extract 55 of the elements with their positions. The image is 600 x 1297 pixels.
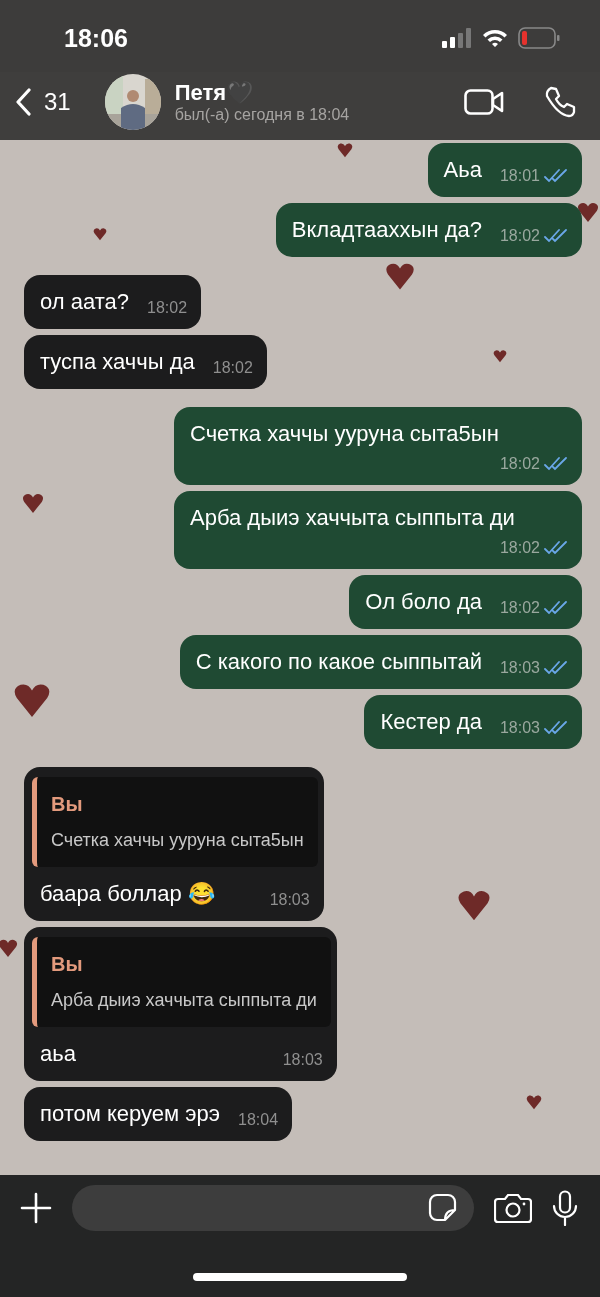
- video-call-icon[interactable]: [464, 89, 504, 115]
- add-icon[interactable]: [20, 1192, 52, 1224]
- last-seen: был(-а) сегодня в 18:04: [174, 106, 351, 124]
- heart-icon: [385, 261, 415, 291]
- sticker-icon[interactable]: [428, 1193, 458, 1223]
- message-time: 18:01: [499, 167, 540, 185]
- phone-icon[interactable]: [544, 86, 576, 118]
- quote-author: Вы: [51, 793, 84, 816]
- message-text: ол аата?: [40, 288, 129, 316]
- message-text: С какого по какое сыппытай: [195, 648, 482, 676]
- message-time: 18:02: [499, 539, 540, 557]
- message-text: баара боллар 😂: [40, 880, 216, 908]
- message-time: 18:02: [212, 359, 253, 377]
- back-icon[interactable]: [14, 88, 32, 116]
- message-input[interactable]: [72, 1185, 474, 1231]
- message-text: Арба дыиэ хаччыта сыппыта ди: [190, 504, 516, 532]
- quote-text: Арба дыиэ хаччыта сыппыта ди: [51, 990, 317, 1011]
- heart-icon: [22, 492, 44, 514]
- message-text: Счетка хаччы ууруна сыта5ын: [190, 420, 500, 448]
- message-time: 18:02: [499, 599, 540, 617]
- microphone-icon[interactable]: [552, 1190, 578, 1226]
- message-text: Ол боло да: [365, 588, 482, 616]
- contact-name: Петя🖤: [174, 80, 255, 106]
- quoted-message[interactable]: Вы Счетка хаччы ууруна сыта5ын: [32, 777, 318, 867]
- heart-icon: [337, 142, 353, 158]
- quote-author: Вы: [51, 953, 84, 976]
- heart-icon: [526, 1094, 542, 1110]
- message-text: туспа хаччы да: [40, 348, 195, 376]
- heart-icon: [0, 938, 18, 958]
- message-text: Вкладтааххын да?: [291, 216, 482, 244]
- message-time: 18:02: [499, 227, 540, 245]
- message-time: 18:03: [269, 891, 310, 909]
- wifi-icon: [482, 28, 508, 48]
- signal-icon: [442, 28, 472, 48]
- message-text: Аьа: [443, 156, 482, 184]
- camera-icon[interactable]: [494, 1192, 532, 1224]
- battery-icon: [518, 27, 560, 49]
- heart-icon: [457, 888, 491, 922]
- message-time: 18:04: [238, 1111, 279, 1129]
- quoted-message[interactable]: Вы Арба дыиэ хаччыта сыппыта ди: [32, 937, 331, 1027]
- heart-icon: [577, 201, 599, 223]
- message-text: аьа: [40, 1040, 77, 1068]
- heart-icon: [93, 227, 107, 241]
- message-time: 18:03: [499, 719, 540, 737]
- heart-icon: [493, 349, 507, 363]
- back-button[interactable]: 31: [14, 88, 71, 116]
- message-text: потом керуем эрэ: [40, 1100, 220, 1128]
- message-text: Кестер да: [380, 708, 482, 736]
- message-time: 18:02: [499, 455, 540, 473]
- message-time: 18:03: [499, 659, 540, 677]
- message-time: 18:03: [282, 1051, 323, 1069]
- status-time: 18:06: [64, 23, 128, 53]
- message-time: 18:02: [147, 299, 188, 317]
- quote-text: Счетка хаччы ууруна сыта5ын: [51, 830, 304, 851]
- heart-icon: [13, 681, 51, 719]
